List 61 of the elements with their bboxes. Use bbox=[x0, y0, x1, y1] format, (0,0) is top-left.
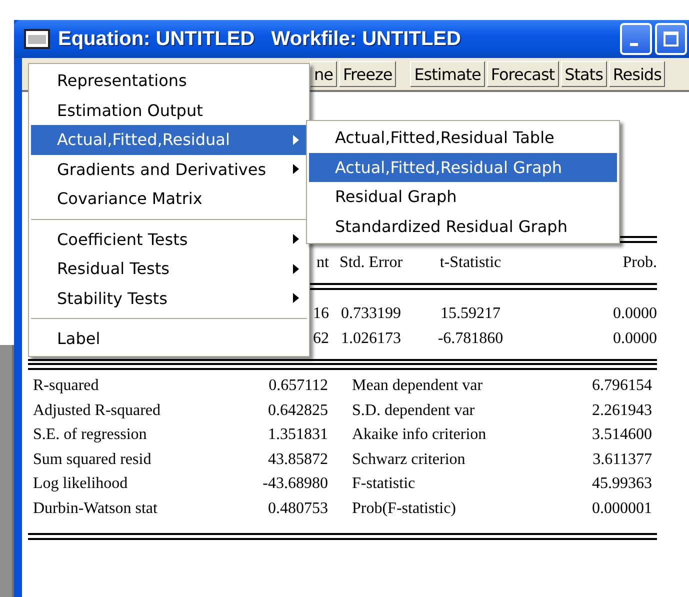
menu-item[interactable]: Estimation Output bbox=[31, 96, 307, 125]
statistic-value: 3.611377 bbox=[592, 450, 652, 469]
toolbar-button[interactable]: ne bbox=[310, 61, 337, 87]
table-cell: 16 bbox=[313, 305, 329, 324]
table-cell: -6.781860 bbox=[438, 330, 504, 348]
menu-item[interactable]: Gradients and Derivatives bbox=[31, 154, 307, 184]
statistic-value: 43.85872 bbox=[268, 450, 328, 469]
window-app-icon bbox=[24, 29, 50, 49]
menu-item[interactable]: Residual Tests bbox=[31, 254, 307, 284]
menu-item[interactable]: Actual,Fitted,Residual Table bbox=[309, 123, 617, 152]
statistic-label: Log likelihood bbox=[33, 475, 128, 494]
statistic-value: 0.642825 bbox=[268, 402, 328, 420]
menu-item[interactable]: Coefficient Tests bbox=[31, 224, 307, 254]
statistic-label: Sum squared resid bbox=[33, 450, 152, 469]
statistic-value: 0.480753 bbox=[268, 500, 328, 518]
statistic-label: Prob(F-statistic) bbox=[352, 500, 456, 518]
statistic-label: Schwarz criterion bbox=[352, 450, 466, 469]
toolbar-button[interactable]: Freeze bbox=[338, 61, 396, 87]
menu-item[interactable]: Actual,Fitted,Residual bbox=[31, 125, 307, 154]
menu-item[interactable]: Representations bbox=[31, 66, 307, 96]
table-cell: 0.0000 bbox=[613, 305, 657, 324]
table-cell: 15.59217 bbox=[440, 305, 500, 324]
maximize-button[interactable] bbox=[655, 23, 687, 55]
statistic-value: 1.351831 bbox=[268, 426, 328, 444]
statistic-value: 6.796154 bbox=[592, 377, 652, 396]
minimize-button[interactable] bbox=[620, 23, 652, 55]
statistic-label: Akaike info criterion bbox=[352, 426, 486, 444]
statistic-value: 3.514600 bbox=[592, 426, 652, 444]
menu-item[interactable]: Stability Tests bbox=[31, 284, 307, 313]
table-cell: 0.0000 bbox=[613, 330, 657, 348]
table-cell: 62 bbox=[313, 330, 329, 348]
column-header: nt bbox=[316, 254, 329, 272]
toolbar-button[interactable]: Estimate bbox=[410, 61, 485, 87]
statistic-label: S.D. dependent var bbox=[352, 402, 475, 420]
statistic-value: 45.99363 bbox=[592, 475, 652, 494]
statistic-value: 0.000001 bbox=[592, 500, 652, 518]
statistic-value: -43.68980 bbox=[262, 475, 328, 494]
toolbar-button[interactable]: Forecast bbox=[486, 61, 559, 87]
column-header: Std. Error bbox=[339, 254, 403, 272]
minimize-icon bbox=[630, 42, 638, 46]
statistic-label: R-squared bbox=[33, 377, 99, 396]
statistic-label: S.E. of regression bbox=[33, 426, 147, 444]
maximize-icon bbox=[663, 31, 679, 47]
toolbar-button[interactable]: Resids bbox=[608, 61, 666, 87]
statistic-value: 2.261943 bbox=[592, 402, 652, 420]
statistic-label: Mean dependent var bbox=[352, 377, 483, 396]
statistic-value: 0.657112 bbox=[268, 377, 328, 396]
toolbar-button[interactable]: Stats bbox=[560, 61, 607, 87]
statistic-label: Durbin-Watson stat bbox=[33, 500, 158, 518]
menu-item[interactable]: Covariance Matrix bbox=[31, 184, 307, 214]
menu-item[interactable]: Actual,Fitted,Residual Graph bbox=[309, 152, 617, 182]
column-header: Prob. bbox=[622, 254, 657, 272]
menu-item[interactable]: Label bbox=[31, 324, 307, 354]
table-cell: 0.733199 bbox=[341, 305, 401, 324]
window-title: Equation: UNTITLED Workfile: UNTITLED bbox=[58, 28, 462, 50]
column-header: t-Statistic bbox=[440, 254, 502, 272]
menu-item[interactable]: Residual Graph bbox=[309, 182, 617, 212]
statistic-label: Adjusted R-squared bbox=[33, 402, 161, 420]
table-cell: 1.026173 bbox=[341, 330, 401, 348]
menu-item[interactable]: Standardized Residual Graph bbox=[309, 212, 617, 241]
statistic-label: F-statistic bbox=[352, 475, 416, 494]
